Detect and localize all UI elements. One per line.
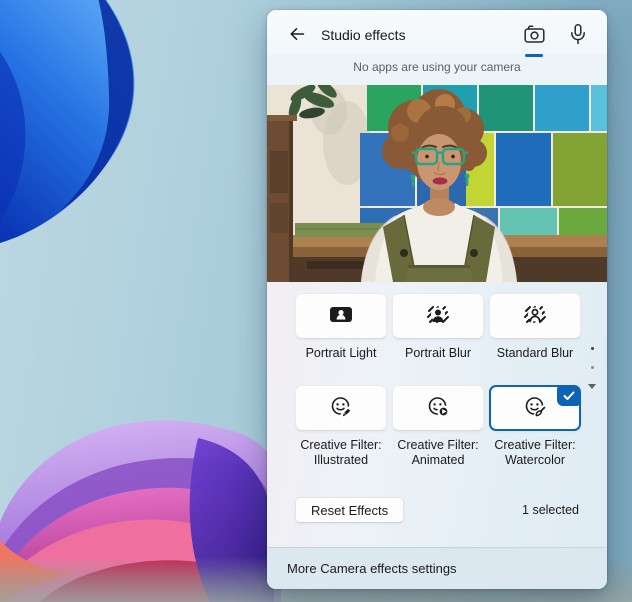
effects-grid: Portrait Light Port <box>267 282 607 468</box>
portrait-light-icon <box>329 304 353 328</box>
microphone-icon <box>567 23 589 48</box>
effect-label: Portrait Light <box>289 346 393 361</box>
filter-illustrated-icon <box>330 396 353 421</box>
effect-label: Creative Filter: Watercolor <box>483 438 587 468</box>
more-settings-link[interactable]: More Camera effects settings <box>267 547 607 589</box>
effect-tile-filter-animated[interactable] <box>392 385 484 431</box>
device-tabs <box>519 20 593 50</box>
effect-tile-filter-watercolor[interactable] <box>489 385 581 431</box>
effect-label: Creative Filter: Animated <box>386 438 490 468</box>
effects-area: Portrait Light Port <box>267 282 607 547</box>
actions-row: Reset Effects 1 selected <box>295 497 579 523</box>
selected-check-badge <box>557 386 580 406</box>
back-button[interactable] <box>283 21 311 49</box>
arrow-left-icon <box>288 25 306 46</box>
selected-count: 1 selected <box>522 503 579 517</box>
portrait-blur-icon <box>426 305 450 327</box>
reset-effects-button[interactable]: Reset Effects <box>295 497 404 523</box>
effect-label: Portrait Blur <box>386 346 490 361</box>
effect-label: Creative Filter: Illustrated <box>289 438 393 468</box>
standard-blur-icon <box>523 305 547 327</box>
effect-tile-portrait-light[interactable] <box>295 293 387 339</box>
effect-label: Standard Blur <box>483 346 587 361</box>
studio-effects-panel: Studio effects <box>267 10 607 589</box>
page-title: Studio effects <box>321 27 519 43</box>
scroll-down-arrow-icon[interactable] <box>588 384 596 389</box>
filter-animated-icon <box>427 396 450 421</box>
scrollbar-thumb-dot[interactable] <box>591 347 594 350</box>
camera-status-text: No apps are using your camera <box>267 54 607 85</box>
tab-camera[interactable] <box>519 20 549 50</box>
effect-tile-standard-blur[interactable] <box>489 293 581 339</box>
effect-tile-portrait-blur[interactable] <box>392 293 484 339</box>
scrollbar-thumb-dot[interactable] <box>591 366 594 369</box>
effect-tile-filter-illustrated[interactable] <box>295 385 387 431</box>
filter-watercolor-icon <box>524 396 547 421</box>
camera-preview-image <box>267 85 607 282</box>
preview-cabinet <box>267 115 297 282</box>
panel-header: Studio effects <box>267 10 607 54</box>
tab-microphone[interactable] <box>563 20 593 50</box>
scrollbar[interactable] <box>588 347 596 389</box>
selected-tab-indicator <box>525 54 543 57</box>
camera-icon <box>523 23 546 48</box>
